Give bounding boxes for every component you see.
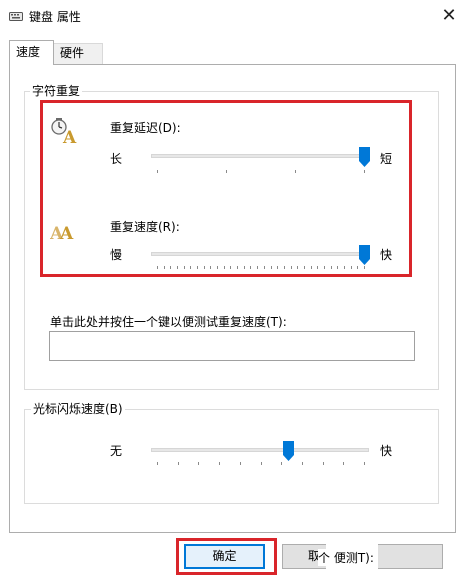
slider-tick <box>219 462 220 465</box>
cursor-blink-min-label: 无 <box>110 444 123 458</box>
highlight-box <box>40 100 412 277</box>
cursor-blink-slider-track[interactable] <box>151 448 369 452</box>
slider-tick <box>198 462 199 465</box>
keyboard-icon <box>9 10 23 21</box>
slider-tick <box>157 462 158 465</box>
cursor-blink-max-label: 快 <box>380 444 393 458</box>
close-icon: ✕ <box>441 5 457 26</box>
slider-tick <box>323 462 324 465</box>
repeat-group-title: 字符重复 <box>30 84 83 98</box>
tab-speed[interactable]: 速度 <box>9 40 54 65</box>
slider-tick <box>302 462 303 465</box>
apply-button-edge <box>378 544 443 569</box>
tab-hardware[interactable]: 硬件 <box>54 43 103 65</box>
slider-tick <box>261 462 262 465</box>
close-button[interactable]: ✕ <box>433 0 465 31</box>
apply-button[interactable]: 个 便测T): <box>318 549 378 566</box>
cursor-blink-slider-thumb[interactable] <box>283 441 294 461</box>
cursor-blink-group-title: 光标闪烁速度(B) <box>31 402 125 416</box>
ok-highlight-box <box>176 538 277 575</box>
slider-tick <box>240 462 241 465</box>
window-title: 键盘 属性 <box>29 10 81 24</box>
repeat-test-input[interactable] <box>49 331 415 361</box>
slider-tick <box>178 462 179 465</box>
slider-tick <box>343 462 344 465</box>
slider-tick <box>364 462 365 465</box>
slider-tick <box>281 462 282 465</box>
repeat-test-label: 单击此处并按住一个键以便测试重复速度(T): <box>50 315 287 329</box>
cursor-blink-group <box>24 409 439 504</box>
